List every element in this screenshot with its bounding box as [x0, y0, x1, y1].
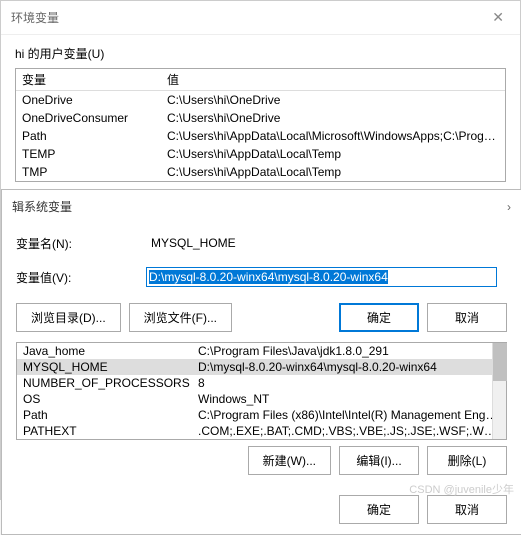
edit-dialog-titlebar[interactable]: 辑系统变量 › — [2, 190, 521, 223]
var-value-label: 变量值(V): — [16, 269, 146, 286]
table-row[interactable]: TMPC:\Users\hi\AppData\Local\Temp — [16, 163, 505, 181]
sys-vars-buttons: 新建(W)... 编辑(I)... 删除(L) — [2, 440, 521, 485]
edit-dialog-buttons: 浏览目录(D)... 浏览文件(F)... 确定 取消 — [2, 297, 521, 342]
table-row[interactable]: TEMPC:\Users\hi\AppData\Local\Temp — [16, 145, 505, 163]
table-header-row: 变量 值 — [16, 69, 505, 91]
user-vars-label: hi 的用户变量(U) — [1, 35, 520, 68]
var-value-row: 变量值(V): D:\mysql-8.0.20-winx64\mysql-8.0… — [2, 263, 521, 291]
table-row[interactable]: OneDriveC:\Users\hi\OneDrive — [16, 91, 505, 109]
titlebar[interactable]: 环境变量 ✕ — [1, 1, 520, 35]
table-row[interactable]: NUMBER_OF_PROCESSORS8 — [17, 375, 506, 391]
table-row[interactable]: PathC:\Users\hi\AppData\Local\Microsoft\… — [16, 127, 505, 145]
browse-file-button[interactable]: 浏览文件(F)... — [129, 303, 232, 332]
table-row[interactable]: PathC:\Program Files (x86)\Intel\Intel(R… — [17, 407, 506, 423]
scroll-thumb[interactable] — [493, 343, 507, 381]
table-row[interactable]: PATHEXT.COM;.EXE;.BAT;.CMD;.VBS;.VBE;.JS… — [17, 423, 506, 439]
var-name-row: 变量名(N): MYSQL_HOME — [2, 229, 521, 257]
var-value-input[interactable]: D:\mysql-8.0.20-winx64\mysql-8.0.20-winx… — [146, 267, 497, 287]
table-row[interactable]: OneDriveConsumerC:\Users\hi\OneDrive — [16, 109, 505, 127]
sys-vars-table[interactable]: Java_homeC:\Program Files\Java\jdk1.8.0_… — [16, 342, 507, 440]
env-vars-window: 环境变量 ✕ hi 的用户变量(U) 变量 值 OneDriveC:\Users… — [0, 0, 521, 500]
edit-button[interactable]: 编辑(I)... — [339, 446, 419, 475]
header-val[interactable]: 值 — [167, 71, 499, 88]
cancel-button[interactable]: 取消 — [427, 303, 507, 332]
table-row[interactable]: OSWindows_NT — [17, 391, 506, 407]
browse-dir-button[interactable]: 浏览目录(D)... — [16, 303, 121, 332]
user-vars-table[interactable]: 变量 值 OneDriveC:\Users\hi\OneDrive OneDri… — [15, 68, 506, 182]
edit-dialog-title: 辑系统变量 — [12, 198, 72, 215]
ok-button[interactable]: 确定 — [339, 303, 419, 332]
var-name-label: 变量名(N): — [16, 235, 146, 252]
table-row[interactable]: MYSQL_HOMED:\mysql-8.0.20-winx64\mysql-8… — [17, 359, 506, 375]
close-icon[interactable]: ✕ — [486, 9, 510, 26]
table-row[interactable]: Java_homeC:\Program Files\Java\jdk1.8.0_… — [17, 343, 506, 359]
main-ok-button[interactable]: 确定 — [339, 495, 419, 524]
main-cancel-button[interactable]: 取消 — [427, 495, 507, 524]
chevron-right-icon[interactable]: › — [507, 200, 511, 214]
var-name-input[interactable]: MYSQL_HOME — [146, 233, 497, 253]
watermark: CSDN @juvenile少年 — [409, 481, 514, 497]
header-var[interactable]: 变量 — [22, 71, 167, 88]
scrollbar[interactable] — [492, 343, 506, 439]
new-button[interactable]: 新建(W)... — [248, 446, 331, 475]
window-title: 环境变量 — [11, 9, 59, 26]
delete-button[interactable]: 删除(L) — [427, 446, 507, 475]
